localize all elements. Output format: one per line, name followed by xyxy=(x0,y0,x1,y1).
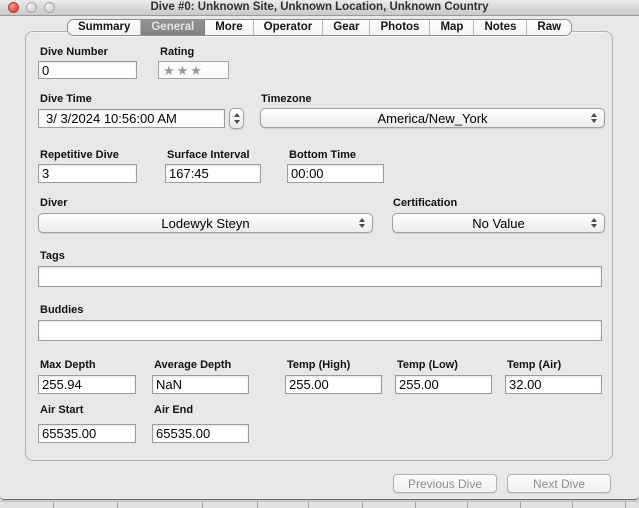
minimize-icon[interactable] xyxy=(26,2,37,13)
temp-low-input[interactable] xyxy=(395,375,492,394)
tab-raw[interactable]: Raw xyxy=(527,20,571,35)
tab-content-box xyxy=(25,31,613,461)
traffic-lights xyxy=(8,2,55,13)
repetitive-dive-label: Repetitive Dive xyxy=(40,149,119,161)
table-column-divider xyxy=(415,502,416,508)
tab-general[interactable]: General xyxy=(141,20,205,35)
dive-time-stepper[interactable] xyxy=(229,108,244,129)
popup-arrows-icon xyxy=(591,214,597,232)
tab-map[interactable]: Map xyxy=(430,20,474,35)
temp-high-input[interactable] xyxy=(285,375,382,394)
dive-time-input[interactable] xyxy=(38,109,225,128)
rating-control[interactable]: ★★★ xyxy=(158,61,229,79)
air-start-input[interactable] xyxy=(38,424,136,443)
table-column-divider xyxy=(520,502,521,508)
bottom-time-input[interactable] xyxy=(287,164,384,183)
average-depth-input[interactable] xyxy=(152,375,249,394)
table-column-divider xyxy=(572,502,573,508)
tab-operator[interactable]: Operator xyxy=(254,20,324,35)
dive-number-label: Dive Number xyxy=(40,46,108,58)
tab-gear[interactable]: Gear xyxy=(323,20,370,35)
table-column-divider xyxy=(257,502,258,508)
temp-air-input[interactable] xyxy=(505,375,602,394)
tags-label: Tags xyxy=(40,250,65,262)
air-end-label: Air End xyxy=(154,404,193,416)
rating-stars-icon: ★★★ xyxy=(163,64,204,77)
buddies-label: Buddies xyxy=(40,304,83,316)
dive-editor-window: Dive #0: Unknown Site, Unknown Location,… xyxy=(0,0,639,500)
surface-interval-label: Surface Interval xyxy=(167,149,250,161)
certification-select[interactable]: No Value xyxy=(392,213,605,233)
average-depth-label: Average Depth xyxy=(154,359,231,371)
surface-interval-input[interactable] xyxy=(165,164,261,183)
window-title: Dive #0: Unknown Site, Unknown Location,… xyxy=(0,0,639,15)
diver-value: Lodewyk Steyn xyxy=(161,216,249,231)
rating-label: Rating xyxy=(160,46,194,58)
background-window-strip xyxy=(0,501,639,508)
stepper-up-icon[interactable] xyxy=(234,113,240,117)
stepper-down-icon[interactable] xyxy=(234,120,240,124)
tab-summary[interactable]: Summary xyxy=(68,20,141,35)
popup-arrows-icon xyxy=(591,109,597,127)
buddies-input[interactable] xyxy=(38,320,602,341)
air-end-input[interactable] xyxy=(152,424,249,443)
air-start-label: Air Start xyxy=(40,404,83,416)
table-column-divider xyxy=(202,502,203,508)
repetitive-dive-input[interactable] xyxy=(38,164,137,183)
temp-high-label: Temp (High) xyxy=(287,359,350,371)
diver-select[interactable]: Lodewyk Steyn xyxy=(38,213,373,233)
timezone-select[interactable]: America/New_York xyxy=(260,108,605,128)
tab-bar: Summary General More Operator Gear Photo… xyxy=(0,19,639,36)
previous-dive-button[interactable]: Previous Dive xyxy=(393,474,497,493)
certification-label: Certification xyxy=(393,197,457,209)
table-column-divider xyxy=(117,502,118,508)
diver-label: Diver xyxy=(40,197,68,209)
tab-photos[interactable]: Photos xyxy=(370,20,430,35)
tab-notes[interactable]: Notes xyxy=(474,20,527,35)
table-column-divider xyxy=(467,502,468,508)
titlebar[interactable]: Dive #0: Unknown Site, Unknown Location,… xyxy=(0,0,639,16)
close-icon[interactable] xyxy=(8,2,19,13)
tags-input[interactable] xyxy=(38,266,602,287)
table-column-divider xyxy=(308,502,309,508)
dive-time-label: Dive Time xyxy=(40,93,92,105)
temp-air-label: Temp (Air) xyxy=(507,359,561,371)
max-depth-input[interactable] xyxy=(38,375,136,394)
timezone-value: America/New_York xyxy=(377,111,487,126)
bottom-time-label: Bottom Time xyxy=(289,149,356,161)
certification-value: No Value xyxy=(472,216,525,231)
table-column-divider xyxy=(53,502,54,508)
tab-more[interactable]: More xyxy=(205,20,253,35)
popup-arrows-icon xyxy=(359,214,365,232)
temp-low-label: Temp (Low) xyxy=(397,359,458,371)
table-column-divider xyxy=(362,502,363,508)
table-column-divider xyxy=(625,502,626,508)
timezone-label: Timezone xyxy=(261,93,312,105)
tab-segmented-control: Summary General More Operator Gear Photo… xyxy=(67,19,572,36)
max-depth-label: Max Depth xyxy=(40,359,96,371)
dive-number-input[interactable] xyxy=(38,61,137,79)
zoom-icon[interactable] xyxy=(44,2,55,13)
next-dive-button[interactable]: Next Dive xyxy=(507,474,611,493)
